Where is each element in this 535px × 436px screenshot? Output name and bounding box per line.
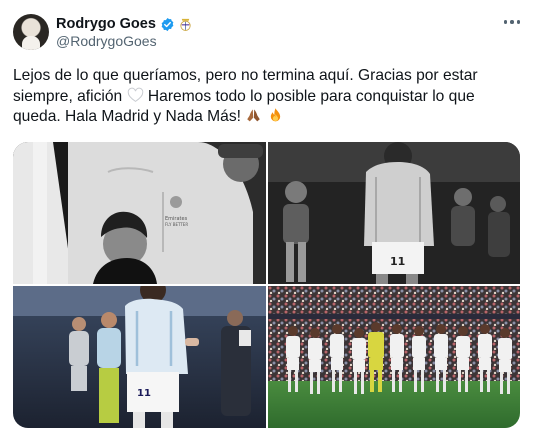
more-options-button[interactable] <box>500 12 524 32</box>
author-display-name[interactable]: Rodrygo Goes <box>56 16 156 32</box>
photo-image <box>268 286 520 428</box>
folded-hands-icon <box>247 109 261 122</box>
photo-image: 11 <box>268 142 520 284</box>
jersey-number: 11 <box>390 255 405 268</box>
fire-icon <box>270 108 280 122</box>
avatar-figure <box>22 36 40 50</box>
tweet-text-segment: siempre, afición <box>13 87 123 105</box>
photo-image: 11 <box>13 286 266 428</box>
author-handle[interactable]: @RodrygoGoes <box>56 33 157 49</box>
media-photo-2[interactable]: 11 <box>268 142 520 284</box>
tweet-text-segment: Haremos todo lo posible para conquistar … <box>147 87 475 105</box>
media-grid: Emirates FLY BETTER 11 11 <box>13 142 520 428</box>
photo-image: Emirates FLY BETTER <box>13 142 266 284</box>
tweet-line-1: Lejos de lo que queríamos, pero no termi… <box>13 66 513 87</box>
more-dot-icon <box>516 20 521 24</box>
author-avatar[interactable] <box>13 14 49 50</box>
jersey-number: 11 <box>137 388 151 399</box>
verified-badge-icon <box>161 17 174 31</box>
tweet-line-3: queda. Hala Madrid y Nada Más! <box>13 107 513 128</box>
tweet-text-segment: queda. Hala Madrid y Nada Más! <box>13 108 241 125</box>
more-dot-icon <box>503 20 508 24</box>
media-photo-4[interactable] <box>268 286 520 428</box>
more-dot-icon <box>510 20 514 24</box>
tweet-line-2: siempre, afición Haremos todo lo posible… <box>13 87 513 108</box>
media-photo-3[interactable]: 11 <box>13 286 266 428</box>
author-name-row: Rodrygo Goes <box>56 14 192 34</box>
real-madrid-crest-icon <box>180 18 191 31</box>
tweet-text-segment: Lejos de lo que queríamos, pero no termi… <box>13 67 478 84</box>
svg-text:FLY BETTER: FLY BETTER <box>165 222 188 227</box>
tweet-text: Lejos de lo que queríamos, pero no termi… <box>13 66 513 128</box>
tweet-card[interactable]: Rodrygo Goes @RodrygoGoes Lejos de lo qu… <box>0 0 535 436</box>
media-photo-1[interactable]: Emirates FLY BETTER <box>13 142 266 284</box>
white-heart-icon <box>127 87 143 102</box>
